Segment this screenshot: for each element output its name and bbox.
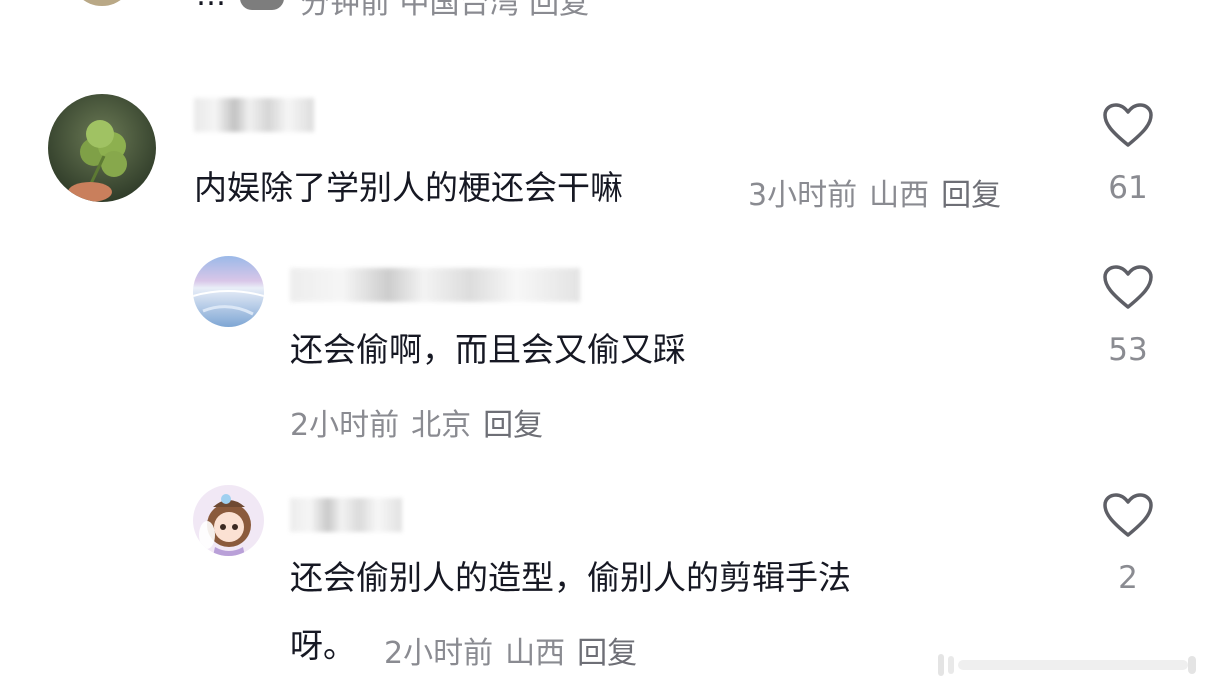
- reply-time: 2小时前: [384, 636, 494, 671]
- reply-button[interactable]: 回复: [577, 636, 637, 671]
- like-button[interactable]: [1102, 102, 1154, 148]
- heart-outline-icon: [1103, 103, 1153, 147]
- clover-avatar-image: [48, 94, 156, 202]
- top-partial-text: …: [196, 0, 226, 13]
- reply-avatar[interactable]: [193, 485, 264, 556]
- reply-text-line1: 还会偷别人的造型，偷别人的剪辑手法: [290, 558, 851, 597]
- reply-meta: 2小时前 北京 回复: [290, 400, 555, 444]
- reply-location: 北京: [411, 408, 472, 443]
- avatar-partial[interactable]: [70, 0, 134, 6]
- top-partial-badge: [240, 0, 284, 10]
- top-partial-meta: 分钟前 中国台湾 回复: [300, 0, 590, 21]
- snowfield-avatar-image: [193, 256, 264, 327]
- like-button[interactable]: [1102, 492, 1154, 538]
- reply-name-redacted[interactable]: [290, 498, 402, 532]
- reply-meta: 2小时前 山西 回复: [384, 628, 649, 672]
- reply-text-line2: 呀。: [290, 626, 356, 665]
- reply-text: 还会偷啊，而且会又偷又踩: [290, 330, 686, 369]
- reply-button[interactable]: 回复: [941, 178, 1001, 213]
- like-count: 2: [1118, 560, 1138, 596]
- watermark-bars-icon: [938, 654, 1196, 676]
- reply-avatar[interactable]: [193, 256, 264, 327]
- comment-meta: 3小时前 山西 回复: [748, 170, 1013, 214]
- reply-button[interactable]: 回复: [483, 408, 543, 443]
- anime-girl-avatar-image: [193, 485, 264, 556]
- reply-location: 山西: [505, 636, 566, 671]
- heart-outline-icon: [1103, 493, 1153, 537]
- like-count: 61: [1108, 170, 1148, 206]
- reply-name-redacted[interactable]: [290, 268, 580, 302]
- reply-time: 2小时前: [290, 408, 400, 443]
- comment-time: 3小时前: [748, 178, 858, 213]
- like-count: 53: [1108, 332, 1148, 368]
- comment-text: 内娱除了学别人的梗还会干嘛: [194, 168, 623, 207]
- commenter-name-redacted[interactable]: [194, 98, 314, 132]
- commenter-avatar[interactable]: [48, 94, 156, 202]
- watermark: [936, 650, 1198, 680]
- heart-outline-icon: [1103, 265, 1153, 309]
- comment-location: 山西: [869, 178, 930, 213]
- like-button[interactable]: [1102, 264, 1154, 310]
